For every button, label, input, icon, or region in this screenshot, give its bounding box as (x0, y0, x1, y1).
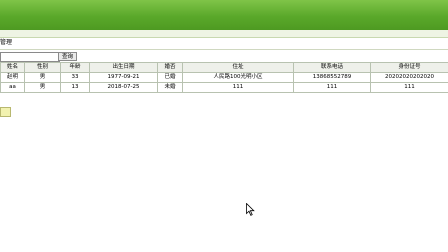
cell-birthdate: 1977-09-21 (89, 72, 158, 83)
table-row[interactable]: aa 男 13 2018-07-25 未婚 111 111 111 (0, 82, 448, 93)
cell-marital: 已婚 (157, 72, 183, 83)
cell-name: aa (0, 82, 25, 93)
cell-name: 赵明 (0, 72, 25, 83)
page-title: 管理 (0, 39, 13, 46)
search-input[interactable] (0, 52, 60, 62)
cell-id-number: 20202020202020 (370, 72, 448, 83)
column-header-name[interactable]: 姓名 (0, 62, 25, 73)
cell-gender: 男 (24, 82, 61, 93)
cell-address: 111 (182, 82, 294, 93)
mouse-pointer-icon (246, 203, 255, 216)
cell-phone: 13868552789 (293, 72, 371, 83)
cell-phone: 111 (293, 82, 371, 93)
cell-id-number: 111 (370, 82, 448, 93)
column-header-address[interactable]: 住址 (182, 62, 294, 73)
app-banner (0, 0, 448, 30)
search-button[interactable]: 查询 (58, 52, 77, 61)
column-header-gender[interactable]: 性别 (24, 62, 61, 73)
cell-address: 人民路100光明小区 (182, 72, 294, 83)
column-header-id-number[interactable]: 身份证号 (370, 62, 448, 73)
add-button[interactable] (0, 107, 11, 117)
banner-subbar (0, 30, 448, 38)
column-header-birthdate[interactable]: 出生日期 (89, 62, 158, 73)
column-header-marital[interactable]: 婚否 (157, 62, 183, 73)
cell-age: 33 (60, 72, 90, 83)
divider (0, 49, 448, 50)
table-row[interactable]: 赵明 男 33 1977-09-21 已婚 人民路100光明小区 1386855… (0, 72, 448, 83)
cell-gender: 男 (24, 72, 61, 83)
column-header-phone[interactable]: 联系电话 (293, 62, 371, 73)
cell-birthdate: 2018-07-25 (89, 82, 158, 93)
column-header-age[interactable]: 年龄 (60, 62, 90, 73)
cell-age: 13 (60, 82, 90, 93)
people-table: 姓名 性别 年龄 出生日期 婚否 住址 联系电话 身份证号 赵明 男 33 19… (0, 62, 448, 93)
cell-marital: 未婚 (157, 82, 183, 93)
table-header-row: 姓名 性别 年龄 出生日期 婚否 住址 联系电话 身份证号 (0, 62, 448, 73)
